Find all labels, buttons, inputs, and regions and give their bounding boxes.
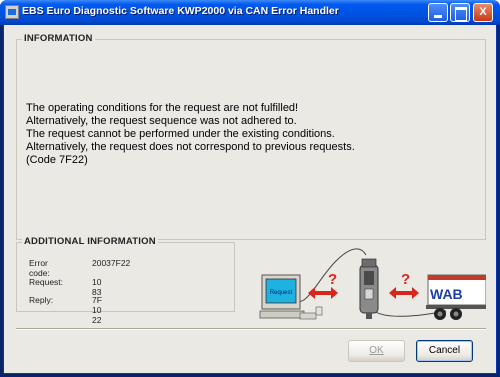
additional-information-label: ADDITIONAL INFORMATION <box>22 236 158 247</box>
message-line: Alternatively, the request does not corr… <box>26 141 355 153</box>
message-line: (Code 7F22) <box>26 154 88 166</box>
reply-value: 7F 10 22 <box>92 295 102 325</box>
reply-label: Reply: <box>29 295 54 305</box>
screen-label: Request <box>270 290 293 296</box>
app-icon <box>5 5 19 19</box>
information-message: The operating conditions for the request… <box>26 102 476 167</box>
cancel-button-label: Cancel <box>428 345 461 356</box>
error-handler-window: EBS Euro Diagnostic Software KWP2000 via… <box>0 0 500 377</box>
close-button[interactable]: X <box>473 3 493 22</box>
window-title: EBS Euro Diagnostic Software KWP2000 via… <box>22 5 339 17</box>
divider <box>16 328 486 330</box>
title-bar[interactable]: EBS Euro Diagnostic Software KWP2000 via… <box>0 0 500 25</box>
maximize-button[interactable] <box>450 3 470 22</box>
error-code-label: Error code: <box>29 258 50 278</box>
close-icon: X <box>479 6 487 18</box>
question-mark-left: ? <box>328 271 337 288</box>
information-group-label: INFORMATION <box>22 33 95 44</box>
additional-information-group: ADDITIONAL INFORMATION Error code: 20037… <box>16 236 235 325</box>
error-code-value: 20037F22 <box>92 258 131 268</box>
ok-button[interactable]: OK <box>348 340 405 362</box>
message-line: Alternatively, the request sequence was … <box>26 115 297 127</box>
information-group: INFORMATION The operating conditions for… <box>16 33 486 240</box>
cancel-button[interactable]: Cancel <box>416 340 473 362</box>
truck-logo-text: WAB <box>430 286 463 302</box>
message-line: The request cannot be performed under th… <box>26 128 335 140</box>
message-line: The operating conditions for the request… <box>26 102 299 114</box>
dialog-client-area: INFORMATION The operating conditions for… <box>3 25 497 374</box>
communication-illustration: Request ? ? WAB <box>259 248 486 320</box>
question-mark-right: ? <box>401 271 410 288</box>
diagnostic-interface-icon <box>359 258 379 319</box>
request-value: 10 83 <box>92 277 102 297</box>
ok-button-label: OK <box>369 345 384 356</box>
double-arrow-icon <box>308 287 338 299</box>
request-label: Request: <box>29 277 64 287</box>
minimize-button[interactable] <box>428 3 448 22</box>
double-arrow-icon <box>389 287 419 299</box>
